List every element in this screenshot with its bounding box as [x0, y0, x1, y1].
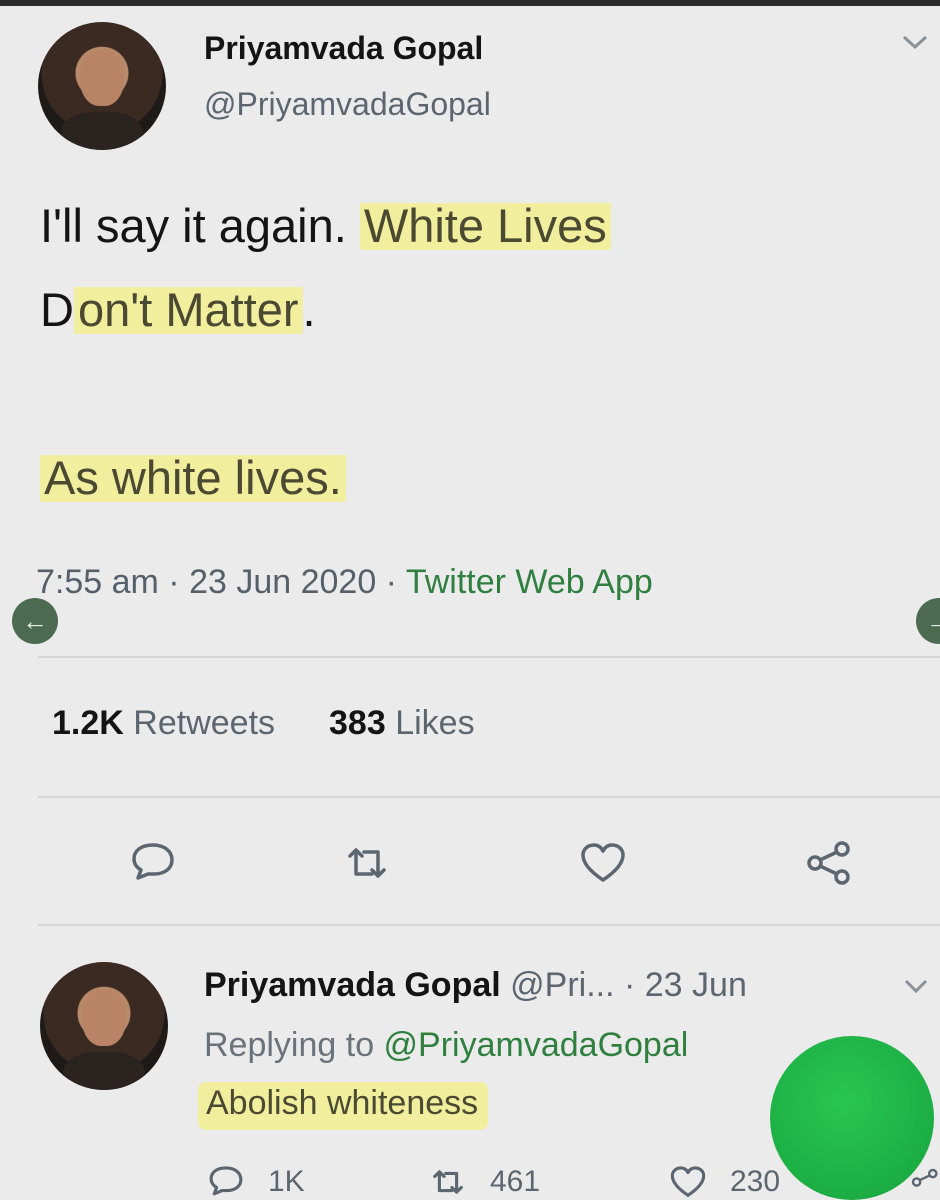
reply-icon[interactable]	[128, 840, 178, 886]
author-handle[interactable]: @PriyamvadaGopal	[204, 86, 491, 123]
heart-icon[interactable]	[578, 840, 628, 886]
retweets-count: 1.2K	[52, 704, 124, 742]
reply-text: Abolish whiteness	[198, 1082, 489, 1130]
likes-stat[interactable]: 383 Likes	[329, 704, 475, 742]
tweet-timestamp[interactable]: 7:55 am · 23 Jun 2020 ·	[36, 563, 406, 601]
reply-header: Priyamvada Gopal @Pri... · 23 Jun	[204, 966, 747, 1005]
tweet-text-highlight: White Lives	[359, 199, 611, 252]
tweet-text-plain: D	[40, 283, 74, 336]
reply-like-count: 230	[730, 1165, 781, 1198]
tweet-text-line-1: I'll say it again. White Lives	[40, 198, 611, 254]
likes-count: 383	[329, 704, 386, 742]
tweet-meta: 7:55 am · 23 Jun 2020 · Twitter Web App	[36, 563, 653, 602]
tweet-stats: 1.2K Retweets 383 Likes	[52, 704, 475, 743]
floating-action-button[interactable]	[770, 1036, 934, 1200]
reply-like-stat[interactable]: 230	[668, 1164, 780, 1200]
author-name[interactable]: Priyamvada Gopal	[204, 30, 483, 67]
share-icon[interactable]	[804, 840, 854, 886]
reply-reply-stat[interactable]: 1K	[206, 1164, 305, 1200]
top-bar	[0, 0, 940, 6]
reply-reply-count: 1K	[268, 1165, 305, 1198]
retweets-label: Retweets	[133, 704, 276, 742]
divider	[38, 924, 940, 926]
reply-author-handle[interactable]: @Pri...	[510, 966, 614, 1004]
tweet-text-plain: I'll say it again.	[40, 199, 360, 252]
replying-to: Replying to @PriyamvadaGopal	[204, 1026, 688, 1065]
reply-author-name[interactable]: Priyamvada Gopal	[204, 966, 501, 1004]
tweet-text-plain: .	[302, 283, 316, 336]
arrow-left-icon[interactable]: ←	[12, 598, 58, 644]
tweet-text-highlight: on't Matter	[73, 283, 303, 336]
arrow-right-icon[interactable]: →	[916, 598, 940, 644]
reply-text-highlight: Abolish whiteness	[198, 1082, 489, 1130]
avatar[interactable]	[38, 22, 166, 150]
retweet-icon	[433, 1170, 463, 1194]
avatar[interactable]	[40, 962, 168, 1090]
reply-retweet-stat[interactable]: 461	[428, 1164, 540, 1200]
retweets-stat[interactable]: 1.2K Retweets	[52, 704, 275, 742]
tweet-source[interactable]: Twitter Web App	[406, 563, 653, 601]
tweet-text-line-2: Don't Matter.	[40, 282, 316, 338]
chevron-down-icon[interactable]	[902, 976, 930, 996]
likes-label: Likes	[395, 704, 475, 742]
retweet-icon[interactable]	[342, 840, 392, 886]
tweet-text-line-3: As white lives.	[40, 450, 346, 506]
divider	[38, 656, 940, 658]
tweet-text-highlight: As white lives.	[40, 451, 346, 504]
divider	[38, 796, 940, 798]
reply-icon	[209, 1166, 243, 1196]
heart-icon	[670, 1166, 706, 1197]
reply-retweet-count: 461	[490, 1165, 541, 1198]
reply-date[interactable]: · 23 Jun	[615, 966, 747, 1004]
chevron-down-icon[interactable]	[900, 32, 930, 52]
replying-label: Replying to	[204, 1026, 384, 1064]
replying-handle[interactable]: @PriyamvadaGopal	[384, 1026, 689, 1064]
